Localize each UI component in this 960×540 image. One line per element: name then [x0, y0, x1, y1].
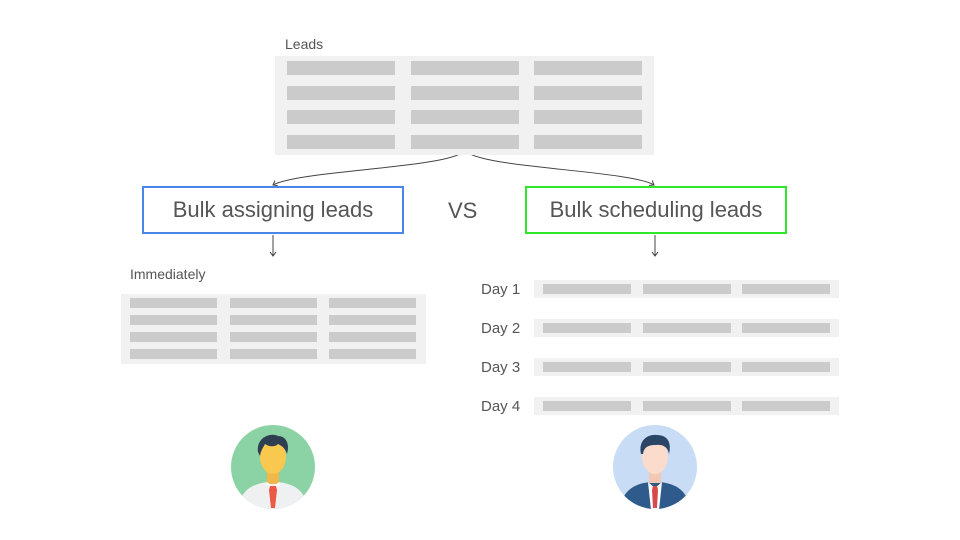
leads-table: [275, 56, 654, 155]
businessman-avatar-blue-icon: [612, 424, 698, 510]
placeholder-cell: [534, 61, 642, 75]
placeholder-cell: [130, 298, 217, 308]
placeholder-cell: [287, 110, 395, 124]
day-leads-row: [534, 358, 839, 376]
placeholder-cell: [742, 401, 830, 411]
arrow-to-bulk-scheduling: [464, 149, 654, 185]
immediately-label: Immediately: [130, 266, 206, 282]
immediately-table: [121, 294, 426, 364]
placeholder-cell: [534, 110, 642, 124]
placeholder-cell: [534, 85, 642, 100]
placeholder-cell: [329, 298, 416, 308]
placeholder-cell: [329, 349, 416, 359]
vs-label: VS: [448, 198, 478, 223]
placeholder-cell: [543, 401, 631, 411]
arrow-to-bulk-assigning: [273, 149, 466, 185]
placeholder-cell: [742, 362, 830, 372]
placeholder-cell: [130, 349, 217, 359]
placeholder-cell: [287, 85, 395, 100]
placeholder-cell: [742, 323, 830, 333]
placeholder-cell: [410, 61, 519, 75]
bulk-assigning-box: Bulk assigning leads: [142, 186, 404, 234]
day-label: Day 2: [481, 320, 521, 337]
placeholder-cell: [287, 134, 395, 149]
placeholder-cell: [410, 85, 519, 100]
placeholder-cell: [130, 315, 217, 325]
bulk-scheduling-box: Bulk scheduling leads: [525, 186, 787, 234]
placeholder-cell: [229, 332, 317, 342]
day-label: Day 4: [481, 398, 521, 415]
day-leads-row: [534, 319, 839, 337]
placeholder-cell: [410, 110, 519, 124]
placeholder-cell: [543, 323, 631, 333]
placeholder-cell: [287, 61, 395, 75]
placeholder-cell: [229, 315, 317, 325]
placeholder-cell: [329, 315, 416, 325]
placeholder-cell: [543, 362, 631, 372]
placeholder-cell: [642, 284, 731, 294]
businessman-avatar-green-icon: [230, 424, 316, 510]
placeholder-cell: [642, 401, 731, 411]
placeholder-cell: [130, 332, 217, 342]
placeholder-cell: [543, 284, 631, 294]
day-leads-row: [534, 397, 839, 415]
leads-label: Leads: [285, 36, 324, 52]
bulk-scheduling-title: Bulk scheduling leads: [549, 197, 763, 222]
bulk-assigning-title: Bulk assigning leads: [172, 197, 374, 222]
day-leads-row: [534, 280, 839, 298]
placeholder-cell: [742, 284, 830, 294]
placeholder-cell: [642, 323, 731, 333]
placeholder-cell: [229, 298, 317, 308]
placeholder-cell: [410, 134, 519, 149]
day-label: Day 1: [481, 281, 521, 298]
placeholder-cell: [229, 349, 317, 359]
placeholder-cell: [329, 332, 416, 342]
day-label: Day 3: [481, 359, 521, 376]
placeholder-cell: [642, 362, 731, 372]
placeholder-cell: [534, 134, 642, 149]
